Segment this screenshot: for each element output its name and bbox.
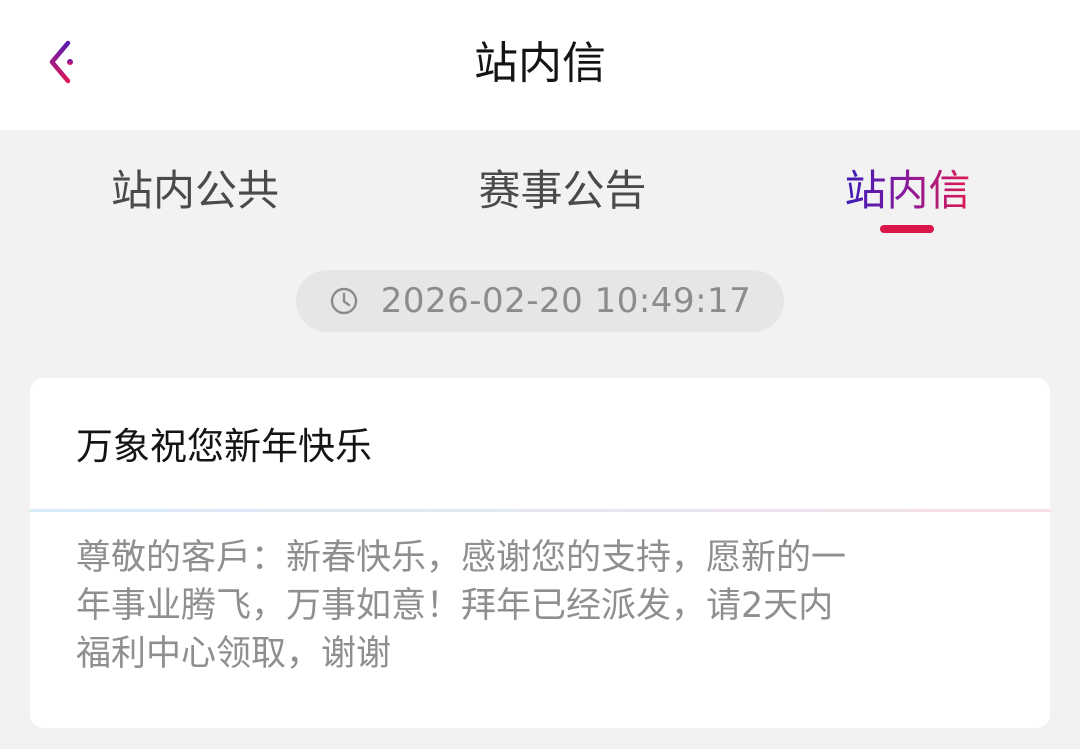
message-body-line: 尊敬的客戶：新春快乐，感谢您的支持，愿新的一 <box>76 538 847 578</box>
active-tab-indicator <box>880 225 934 233</box>
message-title: 万象祝您新年快乐 <box>76 425 372 468</box>
top-bar: 站内信 <box>0 0 1080 130</box>
tab-site-message[interactable]: 站内信 <box>820 160 995 260</box>
clock-icon <box>329 286 359 316</box>
tab-event-notice[interactable]: 赛事公告 <box>450 160 675 260</box>
timestamp-pill: 2026-02-20 10:49:17 <box>296 270 784 332</box>
tab-bar: 站内公共 赛事公告 站内信 <box>0 130 1080 240</box>
divider <box>30 509 1050 512</box>
message-body-line: 年事业腾飞，万事如意！拜年已经派发，请2天内 <box>76 586 834 626</box>
timestamp-text: 2026-02-20 10:49:17 <box>380 281 752 321</box>
message-card[interactable]: 万象祝您新年快乐 尊敬的客戶：新春快乐，感谢您的支持，愿新的一 年事业腾飞，万事… <box>30 378 1050 728</box>
tab-label: 赛事公告 <box>478 166 647 215</box>
page-title: 站内信 <box>474 38 606 89</box>
message-body-line: 福利中心领取，谢谢 <box>76 634 392 674</box>
tab-site-public[interactable]: 站内公共 <box>90 160 300 260</box>
message-body: 尊敬的客戶：新春快乐，感谢您的支持，愿新的一 年事业腾飞，万事如意！拜年已经派发… <box>76 534 1016 678</box>
tab-label: 站内信 <box>844 166 971 215</box>
tab-label: 站内公共 <box>110 166 279 215</box>
